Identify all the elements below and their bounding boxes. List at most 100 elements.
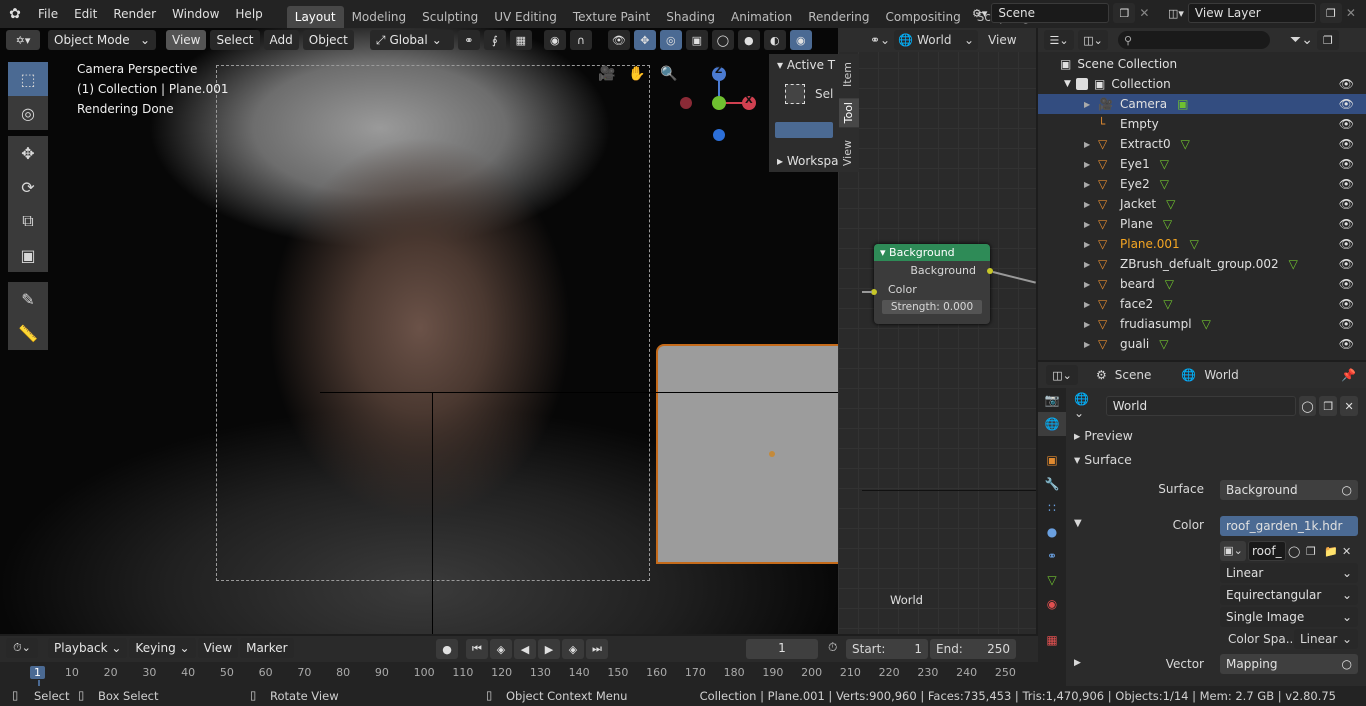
tab-rendering[interactable]: Rendering	[800, 6, 877, 28]
expand-arrow-icon[interactable]: ▶	[1084, 320, 1098, 329]
image-fake-user-icon[interactable]: ◯	[1288, 545, 1304, 558]
annotate-tool[interactable]: ✎	[8, 282, 48, 316]
menu-object[interactable]: Object	[302, 30, 354, 50]
menu-file[interactable]: File	[30, 0, 66, 28]
xray-icon[interactable]: ▣	[685, 30, 708, 50]
tab-sculpting[interactable]: Sculpting	[414, 6, 486, 28]
camera-view-icon[interactable]: 🎥	[598, 66, 618, 86]
eye-icon[interactable]: 👁	[1339, 137, 1354, 151]
expand-arrow-icon[interactable]: ▶	[1084, 180, 1098, 189]
end-frame-field[interactable]: End: 250	[930, 639, 1016, 659]
eye-icon[interactable]: 👁	[1339, 117, 1354, 131]
duplicate-world-icon[interactable]: ❐	[1319, 396, 1338, 416]
projection-dropdown[interactable]: Equirectangular ⌄	[1220, 585, 1358, 605]
outliner-item-jacket[interactable]: ▶ ▽ Jacket ▽ 👁	[1038, 194, 1366, 214]
outliner-item-camera[interactable]: ▶ 🎥 Camera ▣ 👁	[1038, 94, 1366, 114]
jump-end-icon[interactable]: ⏭	[586, 639, 608, 659]
snap-target-icon[interactable]: ▦	[509, 30, 532, 50]
outliner-item-beard[interactable]: ▶ ▽ beard ▽ 👁	[1038, 274, 1366, 294]
surface-panel-header[interactable]: ▾ Surface	[1074, 452, 1132, 467]
tab-uv-editing[interactable]: UV Editing	[486, 6, 565, 28]
visibility-icon[interactable]: 👁	[607, 30, 630, 50]
world-datablock-icon[interactable]: 🌐⌄	[1074, 392, 1099, 420]
play-reverse-icon[interactable]: ◀	[514, 639, 536, 659]
filter-icon[interactable]: ⏷⌄	[1290, 32, 1313, 48]
outliner-item-face2[interactable]: ▶ ▽ face2 ▽ 👁	[1038, 294, 1366, 314]
outliner-item-plane-001[interactable]: ▶ ▽ Plane.001 ▽ 👁	[1038, 234, 1366, 254]
mesh-data-icon[interactable]: ▽	[1166, 197, 1175, 211]
play-icon[interactable]: ▶	[538, 639, 560, 659]
stopwatch-icon[interactable]: ⏱	[828, 640, 837, 655]
world-selector[interactable]: 🌐 World ⌄	[894, 30, 979, 50]
menu-help[interactable]: Help	[227, 0, 270, 28]
eye-icon[interactable]: 👁	[1339, 257, 1354, 271]
view-layer-field[interactable]: View Layer	[1187, 3, 1316, 23]
tab-material-icon[interactable]: ◉	[1038, 592, 1066, 616]
tab-world-icon[interactable]: 🌐	[1038, 412, 1066, 436]
gizmo-toggle-icon[interactable]: ✥	[633, 30, 656, 50]
tab-compositing[interactable]: Compositing	[877, 6, 968, 28]
mesh-data-icon[interactable]: ▽	[1181, 137, 1190, 151]
expand-arrow-icon[interactable]: ▶	[1084, 260, 1098, 269]
record-icon[interactable]: ●	[436, 639, 458, 659]
preview-panel-header[interactable]: ▸ Preview	[1074, 428, 1133, 443]
menu-add[interactable]: Add	[263, 30, 299, 50]
select-mode-buttons[interactable]	[775, 122, 833, 138]
mesh-data-icon[interactable]: ▽	[1289, 257, 1298, 271]
expand-arrow-icon[interactable]: ▼	[1064, 79, 1076, 89]
eye-icon[interactable]: 👁	[1339, 97, 1354, 111]
select-tool-icon[interactable]	[785, 84, 805, 104]
proportional-edit-icon[interactable]: ◉	[543, 30, 566, 50]
world-name-field[interactable]: World	[1105, 396, 1296, 416]
node-view-menu[interactable]: View	[988, 33, 1016, 47]
tab-modeling[interactable]: Modeling	[344, 6, 415, 28]
scale-tool[interactable]: ⧉	[8, 204, 48, 238]
eye-icon[interactable]: 👁	[1339, 237, 1354, 251]
blender-logo-icon[interactable]: ✿	[0, 6, 30, 22]
menu-keying[interactable]: Keying ⌄	[129, 638, 196, 658]
expand-arrow-icon[interactable]: ▶	[1084, 240, 1098, 249]
menu-timeline-view[interactable]: View	[197, 638, 239, 658]
tab-physics-icon[interactable]: ●	[1038, 520, 1066, 544]
background-node[interactable]: ▾ Background Background Color Strength: …	[874, 244, 990, 324]
color-field[interactable]: roof_garden_1k.hdr○	[1220, 516, 1358, 536]
image-open-icon[interactable]: 📁	[1324, 545, 1340, 558]
timeline-editor-type-icon[interactable]: ⏱⌄	[6, 638, 38, 658]
expand-arrow-icon[interactable]: ▶	[1084, 220, 1098, 229]
camera-data-icon[interactable]: ▣	[1177, 97, 1188, 111]
transform-tool[interactable]: ▣	[8, 238, 48, 272]
view-layer-selector[interactable]: ◫▾ View Layer ❐ ✕	[1168, 3, 1364, 23]
strength-field[interactable]: Strength: 0.000	[882, 300, 982, 314]
orientation-dropdown[interactable]: ⤢ Global ⌄	[369, 30, 454, 50]
tab-animation[interactable]: Animation	[723, 6, 800, 28]
next-keyframe-icon[interactable]: ◈	[562, 639, 584, 659]
axis-gizmo[interactable]: Z X	[676, 60, 766, 146]
frame-ruler[interactable]: 1 10 20 30 40 50 60 70 80 90 100 110 120 130 140 150 160…	[0, 662, 1038, 686]
material-shading-icon[interactable]: ◐	[763, 30, 786, 50]
overlay-toggle-icon[interactable]: ◎	[659, 30, 682, 50]
outliner-scene-collection[interactable]: ▣ Scene Collection	[1038, 54, 1366, 74]
cursor-tool[interactable]: ◎	[8, 96, 48, 130]
color-expand-icon[interactable]: ▼	[1074, 518, 1082, 529]
vector-expand-icon[interactable]: ▶	[1074, 658, 1081, 668]
outliner-editor-type-icon[interactable]: ☰⌄	[1044, 30, 1074, 50]
properties-editor-type-icon[interactable]: ◫⌄	[1046, 365, 1078, 385]
color-space-dropdown[interactable]: Linear ⌄	[1294, 629, 1358, 649]
expand-arrow-icon[interactable]: ▶	[1084, 160, 1098, 169]
eye-icon[interactable]: 👁	[1339, 77, 1354, 91]
tab-modifier-icon[interactable]: 🔧	[1038, 472, 1066, 496]
mesh-data-icon[interactable]: ▽	[1163, 297, 1172, 311]
mesh-data-icon[interactable]: ▽	[1165, 277, 1174, 291]
tab-layout[interactable]: Layout	[286, 6, 344, 28]
falloff-icon[interactable]: ∩	[569, 30, 592, 50]
menu-window[interactable]: Window	[164, 0, 227, 28]
jump-start-icon[interactable]: ⏮	[466, 639, 488, 659]
collection-checkbox[interactable]	[1076, 78, 1088, 90]
image-duplicate-icon[interactable]: ❐	[1306, 545, 1322, 558]
tab-constraints-icon[interactable]: ⚭	[1038, 544, 1066, 568]
wireframe-shading-icon[interactable]: ◯	[711, 30, 734, 50]
new-collection-icon[interactable]: ❐	[1316, 30, 1339, 50]
eye-icon[interactable]: 👁	[1339, 277, 1354, 291]
mesh-data-icon[interactable]: ▽	[1160, 177, 1169, 191]
unlink-world-icon[interactable]: ✕	[1340, 396, 1359, 416]
